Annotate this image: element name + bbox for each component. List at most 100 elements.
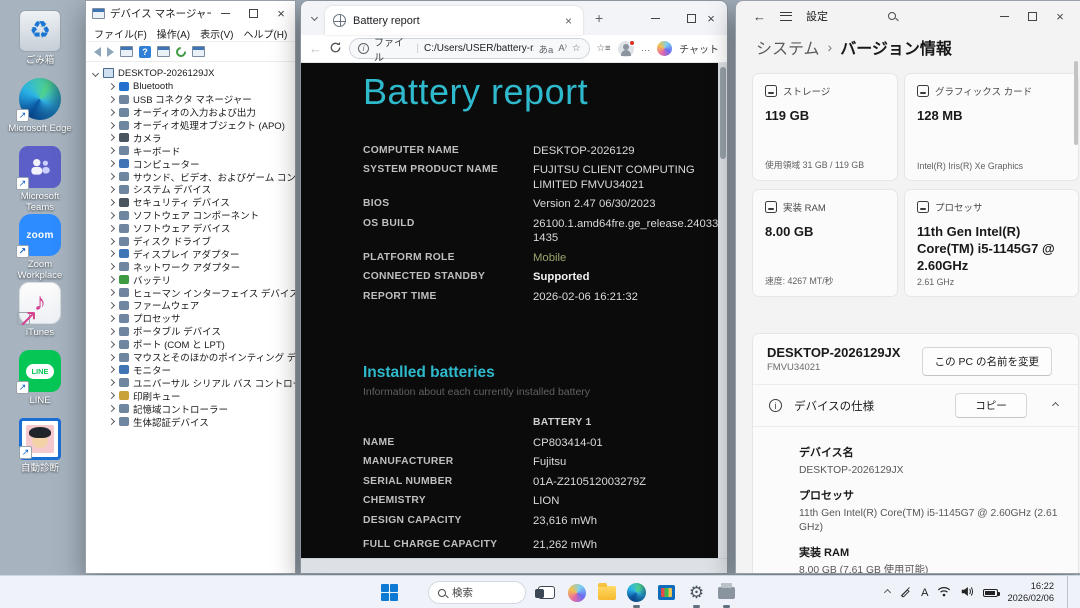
clock[interactable]: 16:22 2026/02/06 <box>1007 581 1054 604</box>
copy-button[interactable]: コピー <box>955 393 1027 418</box>
tree-item[interactable]: サウンド、ビデオ、およびゲーム コントローラー <box>90 170 295 183</box>
close-button[interactable]: × <box>697 1 725 35</box>
read-aloud-icon[interactable]: A⁾ <box>558 43 567 54</box>
page-horizontal-scrollbar[interactable] <box>301 558 727 573</box>
collapse-chevron-icon[interactable] <box>107 121 116 129</box>
tree-item[interactable]: モニター <box>90 363 295 376</box>
page-vertical-scrollbar[interactable] <box>718 63 727 559</box>
battery-icon[interactable] <box>983 588 1001 597</box>
wifi-icon[interactable] <box>937 586 951 600</box>
tree-item[interactable]: セキュリティ デバイス <box>90 196 295 209</box>
collapse-chevron-icon[interactable] <box>1051 401 1060 410</box>
refresh-icon[interactable] <box>329 41 342 57</box>
tree-item[interactable]: 生体認証デバイス <box>90 415 295 428</box>
menu-item[interactable]: 表示(V) <box>200 26 233 41</box>
browser-tab[interactable]: Battery report × <box>325 6 583 35</box>
tree-item[interactable]: バッテリ <box>90 273 295 286</box>
tree-item[interactable]: キーボード <box>90 144 295 157</box>
tab-close-icon[interactable]: × <box>562 14 575 28</box>
tree-item[interactable]: システム デバイス <box>90 183 295 196</box>
menu-item[interactable]: ヘルプ(H) <box>243 26 287 41</box>
collapse-chevron-icon[interactable] <box>107 353 116 361</box>
minimize-button[interactable] <box>990 1 1018 31</box>
copilot-button[interactable] <box>564 580 589 605</box>
collapse-chevron-icon[interactable] <box>107 198 116 206</box>
collapse-chevron-icon[interactable] <box>107 379 116 387</box>
speaker-icon[interactable] <box>960 586 974 600</box>
collapse-chevron-icon[interactable] <box>107 224 116 232</box>
collapse-chevron-icon[interactable] <box>107 392 116 400</box>
hamburger-menu-icon[interactable] <box>780 11 792 21</box>
tree-item[interactable]: 記憶域コントローラー <box>90 402 295 415</box>
copilot-label[interactable]: チャット <box>679 41 719 56</box>
collapse-chevron-icon[interactable] <box>107 276 116 284</box>
file-explorer-button[interactable] <box>594 580 619 605</box>
tree-item[interactable]: ユニバーサル シリアル バス コントローラー <box>90 376 295 389</box>
desktop-icon-teams[interactable]: ↗ Microsoft Teams <box>8 146 72 213</box>
navigate-forward-icon[interactable] <box>107 46 114 57</box>
store-button[interactable] <box>654 580 679 605</box>
properties-icon[interactable] <box>157 46 170 57</box>
collapse-chevron-icon[interactable] <box>107 417 116 426</box>
breadcrumb-parent[interactable]: システム <box>756 35 820 59</box>
profile-avatar[interactable] <box>617 39 635 57</box>
tree-item[interactable]: ディスク ドライブ <box>90 235 295 247</box>
collapse-chevron-icon[interactable] <box>107 340 116 348</box>
start-button[interactable] <box>377 580 402 605</box>
collapse-chevron-icon[interactable] <box>107 185 116 193</box>
collapse-chevron-icon[interactable] <box>107 211 116 219</box>
settings-scrollbar[interactable] <box>1074 61 1078 145</box>
desktop-icon-line[interactable]: LINE ↗ LINE <box>8 350 72 406</box>
favorite-star-icon[interactable]: ☆ <box>572 43 581 54</box>
collapse-chevron-icon[interactable] <box>107 134 116 142</box>
show-desktop-button[interactable] <box>1067 576 1070 608</box>
pen-icon[interactable] <box>899 585 912 601</box>
collapse-chevron-icon[interactable] <box>107 108 116 116</box>
close-button[interactable]: × <box>1046 1 1074 31</box>
back-icon[interactable]: ← <box>309 41 322 56</box>
collapse-chevron-icon[interactable] <box>107 237 116 245</box>
tree-item[interactable]: オーディオ処理オブジェクト (APO) <box>90 119 295 131</box>
minimize-button[interactable] <box>211 1 239 25</box>
close-button[interactable]: × <box>267 1 295 25</box>
tree-item[interactable]: ネットワーク アダプター <box>90 260 295 273</box>
desktop-icon-recycle-bin[interactable]: ♻ ごみ箱 <box>8 10 72 66</box>
tree-item[interactable]: コンピューター <box>90 157 295 170</box>
ime-mode-indicator[interactable]: A <box>921 587 928 599</box>
tree-item[interactable]: ソフトウェア デバイス <box>90 222 295 235</box>
scan-hardware-changes-icon[interactable] <box>173 44 189 59</box>
desktop-icon-itunes[interactable]: ♪ ↗ iTunes <box>8 282 72 338</box>
scrollbar-thumb[interactable] <box>719 67 726 159</box>
task-view-button[interactable] <box>534 580 559 605</box>
desktop-icon-zoom[interactable]: zoom ↗ Zoom Workplace <box>8 214 72 281</box>
minimize-button[interactable] <box>641 1 669 35</box>
search-icon[interactable] <box>888 12 896 20</box>
console-window-icon[interactable] <box>120 46 133 57</box>
tree-item[interactable]: ヒューマン インターフェイス デバイス <box>90 286 295 299</box>
collapse-chevron-icon[interactable] <box>107 405 116 413</box>
help-icon[interactable]: ? <box>139 45 151 58</box>
navigate-back-icon[interactable] <box>94 46 101 57</box>
hidden-icons-chevron-icon[interactable] <box>884 588 892 597</box>
menu-item[interactable]: ファイル(F) <box>94 26 147 41</box>
collapse-chevron-icon[interactable] <box>107 301 116 310</box>
computer-icon[interactable] <box>192 46 205 57</box>
collapse-chevron-icon[interactable] <box>107 327 116 335</box>
tree-item[interactable]: プロセッサ <box>90 312 295 325</box>
tree-item[interactable]: ポート (COM と LPT) <box>90 338 295 351</box>
more-menu-icon[interactable]: … <box>641 43 651 54</box>
taskbar-search[interactable]: 検索 <box>428 581 526 604</box>
collapse-chevron-icon[interactable] <box>107 314 116 322</box>
device-manager-button[interactable] <box>714 580 739 608</box>
tree-item[interactable]: ポータブル デバイス <box>90 325 295 338</box>
device-spec-expander[interactable]: i デバイスの仕様 コピー <box>753 385 1078 427</box>
new-tab-button[interactable]: + <box>595 10 603 26</box>
maximize-button[interactable] <box>239 1 267 25</box>
settings-button[interactable]: ⚙ <box>684 580 709 608</box>
collapse-chevron-icon[interactable] <box>107 250 116 258</box>
collapse-chevron-icon[interactable] <box>107 366 116 374</box>
collapse-chevron-icon[interactable] <box>107 147 116 155</box>
tree-item[interactable]: USB コネクタ マネージャー <box>90 93 295 106</box>
tree-item[interactable]: ディスプレイ アダプター <box>90 247 295 260</box>
collapse-chevron-icon[interactable] <box>107 82 116 90</box>
